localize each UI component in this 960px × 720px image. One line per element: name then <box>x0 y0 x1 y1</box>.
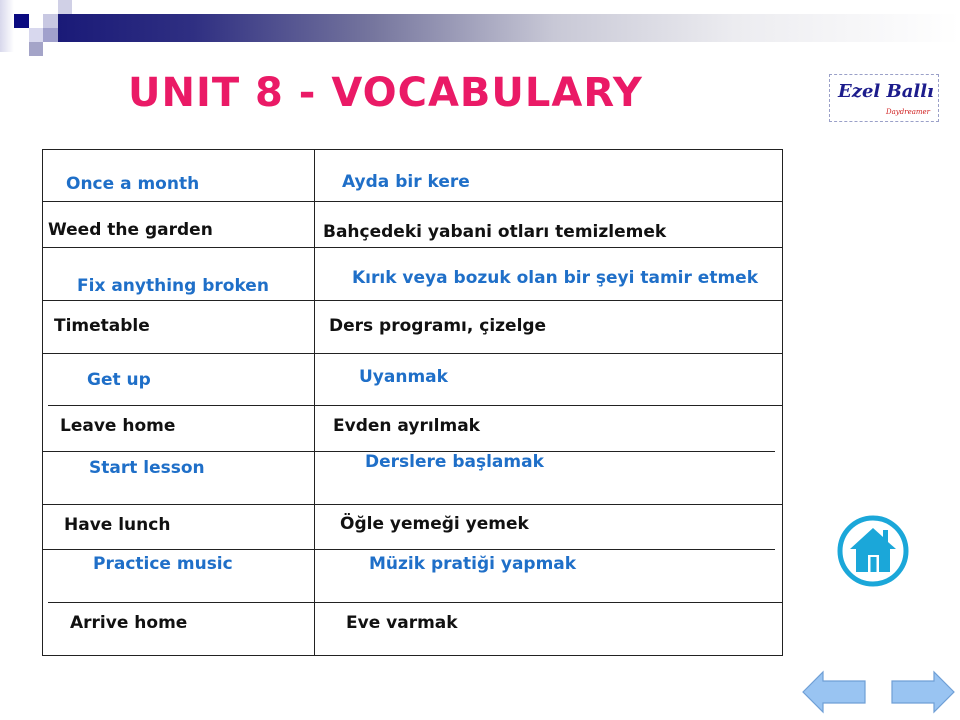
table-border-bottom <box>42 655 783 656</box>
english-term: Start lesson <box>89 458 205 478</box>
english-term: Once a month <box>66 174 200 194</box>
turkish-meaning: Kırık veya bozuk olan bir şeyi tamir etm… <box>352 268 759 288</box>
row-divider <box>42 504 783 505</box>
decor-square <box>29 28 43 42</box>
decor-square <box>58 0 72 14</box>
decor-square <box>14 14 29 28</box>
row-divider <box>42 201 783 202</box>
row-divider <box>42 300 783 301</box>
decor-square <box>29 42 43 56</box>
english-term: Weed the garden <box>48 220 213 240</box>
slide-title: UNIT 8 - VOCABULARY <box>128 70 643 116</box>
turkish-meaning: Ders programı, çizelge <box>329 316 547 336</box>
english-term: Arrive home <box>70 613 188 633</box>
logo-name: Ezel Ballı <box>838 81 934 102</box>
logo-tagline: Daydreamer <box>886 108 931 116</box>
turkish-meaning: Evden ayrılmak <box>333 416 480 436</box>
english-term: Get up <box>87 370 151 390</box>
arrow-left-icon <box>802 670 866 714</box>
table-border-right <box>782 149 783 656</box>
row-divider <box>48 405 783 406</box>
home-icon <box>837 515 909 587</box>
turkish-meaning: Ayda bir kere <box>342 172 470 192</box>
author-logo: Ezel Ballı Daydreamer <box>829 74 939 122</box>
row-divider <box>48 602 783 603</box>
turkish-meaning: Eve varmak <box>346 613 458 633</box>
next-slide-button[interactable] <box>890 670 956 714</box>
decor-square <box>0 0 14 52</box>
turkish-meaning: Müzik pratiği yapmak <box>369 554 577 574</box>
table-border-left <box>42 149 43 656</box>
english-term: Have lunch <box>64 515 171 535</box>
column-divider <box>314 149 315 656</box>
row-divider <box>42 549 775 550</box>
english-term: Timetable <box>54 316 150 336</box>
previous-slide-button[interactable] <box>801 670 867 714</box>
row-divider <box>42 353 783 354</box>
english-term: Leave home <box>60 416 176 436</box>
row-divider <box>42 247 783 248</box>
turkish-meaning: Öğle yemeği yemek <box>340 514 529 534</box>
table-border-top <box>42 149 783 150</box>
turkish-meaning: Bahçedeki yabani otları temizlemek <box>323 222 667 242</box>
turkish-meaning: Derslere başlamak <box>365 452 544 472</box>
decor-square <box>43 28 58 42</box>
decor-square <box>43 14 58 28</box>
header-gradient-bar <box>58 14 960 42</box>
turkish-meaning: Uyanmak <box>359 367 448 387</box>
english-term: Fix anything broken <box>77 276 269 296</box>
arrow-right-icon <box>891 670 955 714</box>
home-button[interactable] <box>836 514 910 588</box>
english-term: Practice music <box>93 554 233 574</box>
